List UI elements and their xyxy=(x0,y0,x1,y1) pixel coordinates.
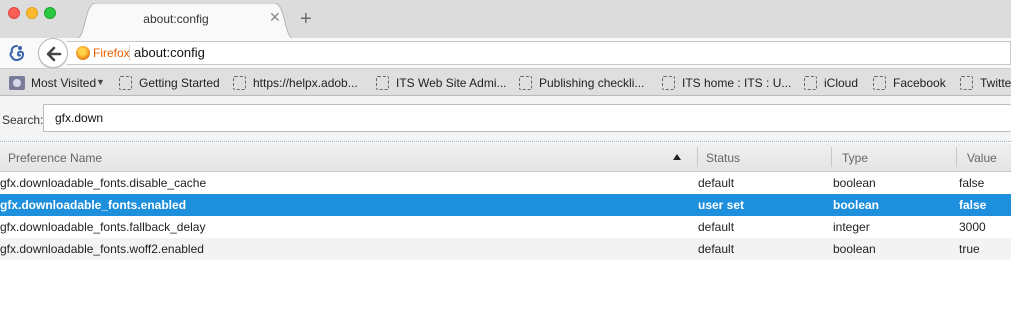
new-tab-button[interactable]: + xyxy=(300,9,312,29)
preference-value: 3000 xyxy=(959,220,986,234)
tab-about-config[interactable]: about:config ✕ xyxy=(76,3,294,39)
window-minimize-button[interactable] xyxy=(26,7,38,19)
navigation-bar: Firefox about:config xyxy=(0,38,1011,68)
bookmark-label: ITS Web Site Admi... xyxy=(396,76,507,90)
search-input[interactable] xyxy=(43,104,1011,132)
bookmark-label: Twitter xyxy=(980,76,1011,90)
search-row: Search: xyxy=(0,96,1011,142)
column-header-preference-name[interactable]: Preference Name xyxy=(8,151,102,165)
page-placeholder-icon xyxy=(960,76,973,90)
url-divider xyxy=(129,45,130,61)
column-divider[interactable] xyxy=(831,147,832,167)
tab-strip: about:config ✕ + xyxy=(0,0,1011,39)
column-header-status[interactable]: Status xyxy=(706,151,740,165)
preference-status: default xyxy=(698,176,735,190)
sort-ascending-icon xyxy=(673,154,681,160)
page-placeholder-icon xyxy=(873,76,886,90)
column-header-value[interactable]: Value xyxy=(967,151,997,165)
url-bar[interactable] xyxy=(67,41,1011,65)
table-row-selected[interactable]: gfx.downloadable_fonts.enabled user set … xyxy=(0,194,1011,216)
page-placeholder-icon xyxy=(804,76,817,90)
page-placeholder-icon xyxy=(662,76,675,90)
search-label: Search: xyxy=(2,113,44,127)
page-placeholder-icon xyxy=(119,76,132,90)
preference-status: user set xyxy=(698,198,745,212)
preference-status: default xyxy=(698,242,735,256)
table-row[interactable]: gfx.downloadable_fonts.disable_cache def… xyxy=(0,172,1011,194)
table-row[interactable]: gfx.downloadable_fonts.woff2.enabled def… xyxy=(0,238,1011,260)
preference-name: gfx.downloadable_fonts.woff2.enabled xyxy=(0,242,204,256)
preference-type: boolean xyxy=(833,198,880,212)
window-zoom-button[interactable] xyxy=(44,7,56,19)
column-divider[interactable] xyxy=(697,147,698,167)
table-header: Preference Name Status Type Value xyxy=(0,143,1011,172)
window-close-button[interactable] xyxy=(8,7,20,19)
preference-type: integer xyxy=(833,220,870,234)
chevron-down-icon: ▼ xyxy=(96,77,105,87)
bookmark-label: ITS home : ITS : U... xyxy=(682,76,792,90)
bookmark-label: iCloud xyxy=(824,76,859,90)
preference-value: true xyxy=(959,242,980,256)
app-menu-icon[interactable] xyxy=(8,44,26,62)
table-row[interactable]: gfx.downloadable_fonts.fallback_delay de… xyxy=(0,216,1011,238)
close-icon[interactable]: ✕ xyxy=(269,10,281,24)
tab-title: about:config xyxy=(143,12,209,26)
column-header-type[interactable]: Type xyxy=(842,151,868,165)
firefox-icon xyxy=(76,46,90,60)
back-button[interactable] xyxy=(38,38,68,68)
arrow-left-icon xyxy=(46,46,62,62)
page-placeholder-icon xyxy=(519,76,532,90)
page-placeholder-icon xyxy=(376,76,389,90)
page-placeholder-icon xyxy=(233,76,246,90)
bookmarks-toolbar: Most Visited ▼ Getting Started https://h… xyxy=(0,68,1011,96)
preference-status: default xyxy=(698,220,735,234)
preference-type: boolean xyxy=(833,176,876,190)
bookmark-label: Getting Started xyxy=(139,76,220,90)
preference-value: false xyxy=(959,198,987,212)
bookmark-most-visited[interactable]: Most Visited ▼ xyxy=(9,75,119,91)
identity-label[interactable]: Firefox xyxy=(93,46,130,60)
bookmark-label: https://helpx.adob... xyxy=(253,76,358,90)
most-visited-icon xyxy=(9,76,25,90)
preference-name: gfx.downloadable_fonts.fallback_delay xyxy=(0,220,206,234)
preference-value: false xyxy=(959,176,985,190)
preference-name: gfx.downloadable_fonts.enabled xyxy=(0,198,187,212)
url-text[interactable]: about:config xyxy=(134,45,205,60)
bookmark-label: Facebook xyxy=(893,76,946,90)
preference-name: gfx.downloadable_fonts.disable_cache xyxy=(0,176,207,190)
bookmark-label: Publishing checkli... xyxy=(539,76,645,90)
column-divider[interactable] xyxy=(956,147,957,167)
preference-type: boolean xyxy=(833,242,876,256)
bookmark-label: Most Visited xyxy=(31,76,97,90)
